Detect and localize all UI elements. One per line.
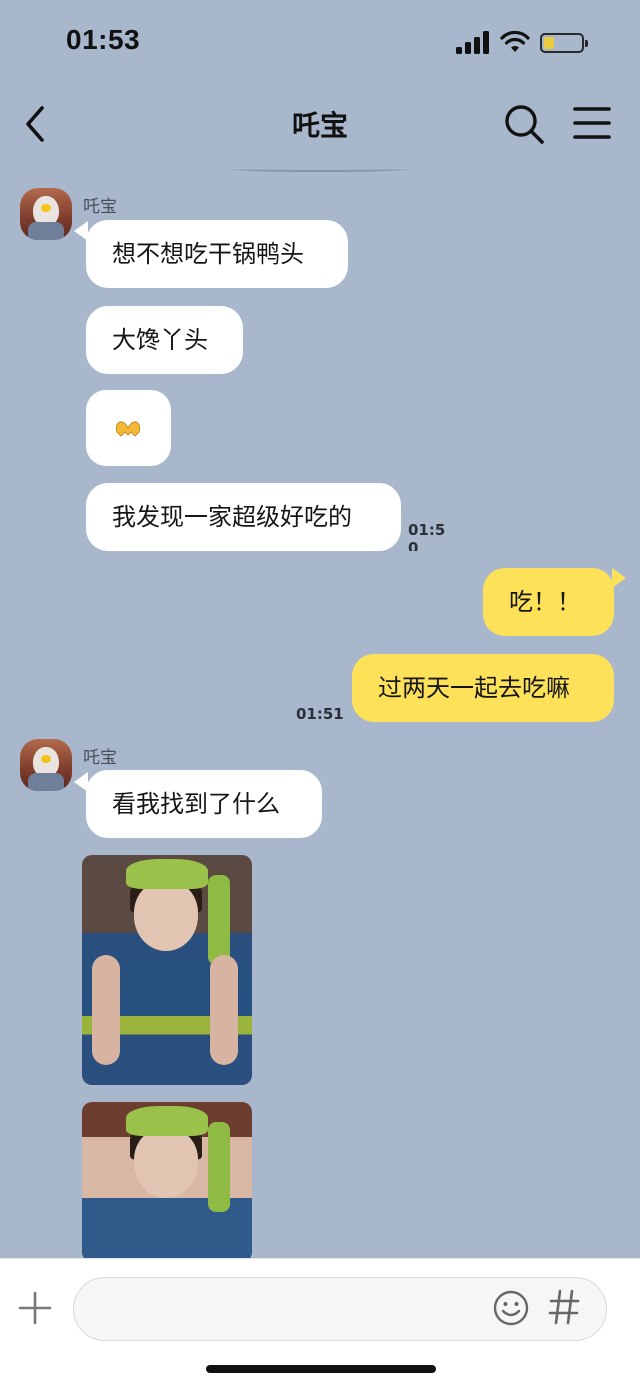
message-bubble[interactable]: 大馋丫头 [86,306,243,374]
photo-message[interactable] [82,1102,252,1262]
emoji-icon[interactable] [492,1289,530,1327]
avatar[interactable] [20,188,72,240]
wifi-icon [500,30,530,52]
menu-icon[interactable] [572,104,612,142]
signal-icon [456,30,490,54]
message-bubble[interactable]: 看我找到了什么 [86,770,322,838]
hash-icon[interactable] [548,1287,580,1327]
status-icons [456,30,596,56]
sender-name: 吒宝 [83,748,117,768]
message-bubble[interactable]: 吃！！ [483,568,614,636]
heart-hands-icon [115,421,141,437]
message-bubble[interactable]: 我发现一家超级好吃的 [86,483,401,551]
emoji-bubble[interactable] [86,390,171,466]
message-bubble[interactable]: 想不想吃干锅鸭头 [86,220,348,288]
message-time: 01:51 [296,705,344,723]
search-icon[interactable] [502,102,546,146]
avatar[interactable] [20,739,72,791]
photo-message[interactable] [82,855,252,1085]
sender-name: 吒宝 [83,197,117,217]
message-bubble[interactable]: 过两天一起去吃嘛 [352,654,614,722]
home-indicator [206,1365,436,1373]
message-time: 01:50 [408,521,446,551]
header-divider [232,166,408,172]
plus-icon[interactable] [18,1291,52,1325]
status-time: 01:53 [66,24,141,55]
battery-icon [540,33,588,53]
